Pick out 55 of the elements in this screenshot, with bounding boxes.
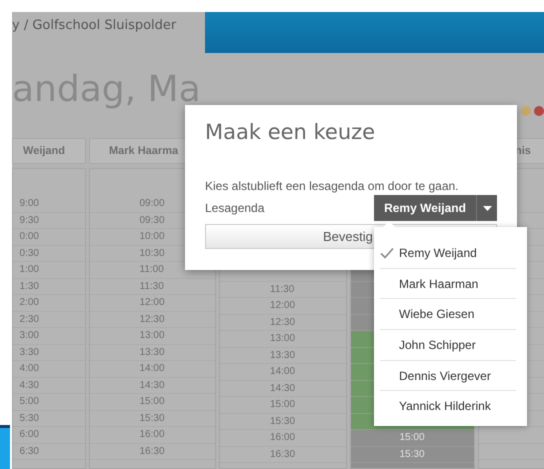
time-label: 13:30 <box>140 346 166 358</box>
time-label: 5:00 <box>18 396 39 408</box>
time-label: 9:00 <box>18 198 39 210</box>
time-label: 13:00 <box>140 330 166 342</box>
time-label: 1:00 <box>18 264 39 276</box>
time-label: 1:30 <box>18 280 39 292</box>
time-label: 11:30 <box>140 280 165 292</box>
caret-icon <box>482 206 492 210</box>
time-label: 15:00 <box>140 396 166 408</box>
time-label: 14:00 <box>270 366 296 378</box>
time-label: 15:00 <box>270 399 296 410</box>
dot-icon <box>521 106 531 116</box>
time-label: 10:00 <box>140 231 166 242</box>
time-label: 2:00 <box>18 297 39 308</box>
time-label: 14:00 <box>140 363 166 374</box>
time-label: 6:00 <box>18 429 39 440</box>
time-label: 09:30 <box>140 214 166 226</box>
time-label: 13:30 <box>270 350 296 361</box>
time-label: 15:30 <box>270 416 296 427</box>
time-label: 14:30 <box>140 380 166 391</box>
time-label: 15:30 <box>400 448 426 460</box>
caret-button[interactable] <box>476 195 497 221</box>
time-label: 09:00 <box>140 198 166 210</box>
time-label: 4:00 <box>18 363 39 374</box>
time-label: 3:00 <box>18 330 39 342</box>
time-label: 9:30 <box>18 214 39 226</box>
time-label: 5:30 <box>18 412 39 424</box>
time-label: 12:00 <box>270 300 296 312</box>
time-label: 2:30 <box>18 314 39 325</box>
agenda-dropdown[interactable]: Remy Weijand <box>374 195 476 221</box>
time-label: 15:00 <box>400 432 426 444</box>
time-label: 14:30 <box>270 382 296 394</box>
time-label: 6:30 <box>18 446 39 457</box>
time-label: 16:30 <box>140 446 166 457</box>
time-label: 11:30 <box>270 284 296 295</box>
time-label: 0:30 <box>18 248 39 259</box>
time-label: 16:00 <box>140 429 166 440</box>
time-label: 4:30 <box>18 380 39 391</box>
time-label: 10:30 <box>140 248 166 259</box>
time-label: 0:00 <box>18 231 39 242</box>
column-header: Weijand <box>12 138 86 164</box>
time-label: 15:30 <box>140 412 166 424</box>
breadcrumb: y / Golfschool Sluispolder <box>12 17 178 35</box>
time-label: 12:00 <box>140 297 166 308</box>
time-label: 12:30 <box>140 314 166 325</box>
time-label: 11:00 <box>140 264 165 276</box>
time-label: 16:00 <box>270 432 296 444</box>
field-label: Lesagenda <box>205 201 264 215</box>
dialog-message: Kies alstublieft een lesagenda om door te gaan. <box>205 179 460 193</box>
time-label: 16:30 <box>270 448 296 460</box>
dot-icon <box>534 106 544 116</box>
time-label: 3:30 <box>18 346 39 358</box>
window-fragment <box>0 425 10 469</box>
time-label: 12:30 <box>270 316 296 328</box>
time-label: 13:00 <box>270 333 296 344</box>
